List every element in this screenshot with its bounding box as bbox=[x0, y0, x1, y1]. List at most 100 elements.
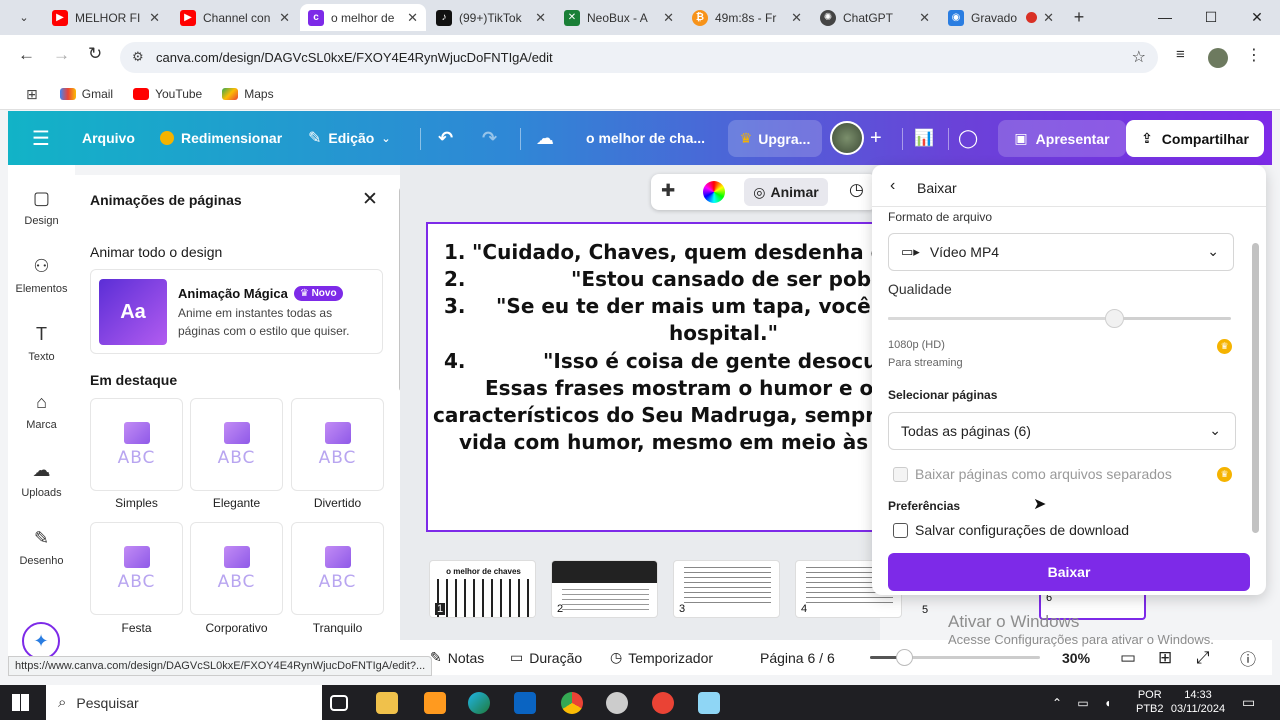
windows-start-icon[interactable] bbox=[12, 694, 29, 711]
media-controls-icon[interactable]: ≡ bbox=[1176, 46, 1185, 63]
duration-button[interactable]: ▭ Duração bbox=[510, 640, 582, 675]
browser-tab[interactable]: ✕ NeoBux - A ✕ bbox=[556, 4, 682, 31]
edit-mode-button[interactable]: ✎ Edição ⌄ bbox=[308, 111, 391, 165]
close-icon[interactable]: ✕ bbox=[1043, 10, 1054, 26]
back-chevron-icon[interactable]: ‹ bbox=[890, 177, 895, 195]
file-menu-button[interactable]: Arquivo bbox=[82, 111, 135, 165]
animation-simples[interactable]: ABC bbox=[90, 398, 183, 491]
zoom-slider[interactable] bbox=[870, 649, 1040, 666]
chrome-profile-icon[interactable] bbox=[652, 692, 674, 714]
browser-tab[interactable]: ◉ Gravado ✕ bbox=[940, 4, 1062, 31]
animate-button[interactable]: ◎ Animar bbox=[744, 178, 828, 206]
undo-button[interactable]: ↶ bbox=[438, 111, 453, 165]
design-page[interactable]: 1. "Cuidado, Chaves, quem desdenha quer … bbox=[426, 222, 880, 532]
animation-festa[interactable]: ABC bbox=[90, 522, 183, 615]
menu-icon[interactable]: ⋮ bbox=[1246, 45, 1262, 65]
close-icon[interactable]: ✕ bbox=[535, 10, 546, 26]
language-indicator[interactable]: POR PTB2 bbox=[1136, 688, 1164, 716]
browser-tab[interactable]: ▶ Channel con ✕ bbox=[172, 4, 298, 31]
tab-search-button[interactable]: ⌄ bbox=[12, 6, 36, 28]
animation-divertido[interactable]: ABC bbox=[291, 398, 384, 491]
rail-item-uploads[interactable]: ☁ Uploads bbox=[8, 459, 75, 500]
color-wheel-icon[interactable] bbox=[703, 181, 725, 203]
close-icon[interactable]: ✕ bbox=[279, 10, 290, 26]
file-explorer-icon[interactable] bbox=[376, 692, 398, 714]
magic-animation-card[interactable]: Aa Animação Mágica ♛ Novo Anime em insta… bbox=[90, 269, 383, 354]
store-icon[interactable] bbox=[424, 692, 446, 714]
rail-item-design[interactable]: ▢ Design bbox=[8, 187, 75, 228]
download-button[interactable]: Baixar bbox=[888, 553, 1250, 591]
page-thumbnail[interactable]: o melhor de chaves 1 bbox=[429, 560, 536, 618]
timer-button[interactable]: ◷ Temporizador bbox=[610, 640, 713, 675]
close-icon[interactable]: ✕ bbox=[407, 10, 418, 26]
browser-tab-active[interactable]: c o melhor de ✕ bbox=[300, 4, 426, 31]
media-icon[interactable] bbox=[606, 692, 628, 714]
close-icon[interactable]: ✕ bbox=[149, 10, 160, 26]
insights-icon[interactable]: 📊 bbox=[914, 111, 934, 165]
close-icon[interactable]: ✕ bbox=[663, 10, 674, 26]
notes-button[interactable]: ✎ Notas bbox=[430, 640, 484, 675]
chrome-icon[interactable] bbox=[561, 692, 583, 714]
zoom-slider-handle[interactable] bbox=[896, 649, 913, 666]
close-icon[interactable]: ✕ bbox=[919, 10, 930, 26]
page-indicator[interactable]: Página 6 / 6 bbox=[760, 640, 835, 675]
edge-icon[interactable] bbox=[468, 692, 490, 714]
page-thumbnail[interactable]: 3 bbox=[673, 560, 780, 618]
close-icon[interactable]: ✕ bbox=[791, 10, 802, 26]
rail-item-text[interactable]: T Texto bbox=[8, 323, 75, 364]
notifications-icon[interactable]: ▭ bbox=[1242, 694, 1255, 711]
cloud-save-icon[interactable]: ☁ bbox=[536, 111, 554, 165]
present-button[interactable]: ▣ Apresentar bbox=[998, 120, 1126, 157]
magic-edit-icon[interactable]: ✚ bbox=[661, 181, 675, 201]
address-bar[interactable]: ⚙ canva.com/design/DAGVcSL0kxE/FXOY4E4Ry… bbox=[120, 42, 1158, 73]
task-view-icon[interactable] bbox=[330, 695, 348, 711]
timer-icon[interactable]: ◷ bbox=[849, 180, 864, 200]
new-tab-button[interactable]: + bbox=[1068, 6, 1090, 28]
select-pages-select[interactable]: Todas as páginas (6) ⌄ bbox=[888, 412, 1236, 450]
upgrade-button[interactable]: ♛ Upgra... bbox=[728, 120, 822, 157]
bookmark-gmail[interactable]: Gmail bbox=[59, 87, 113, 101]
browser-tab[interactable]: ✺ ChatGPT ✕ bbox=[812, 4, 938, 31]
page-thumbnail[interactable]: 2 bbox=[551, 560, 658, 618]
share-button[interactable]: ⇪ Compartilhar bbox=[1126, 120, 1264, 157]
site-settings-icon[interactable]: ⚙ bbox=[132, 49, 144, 65]
bookmark-youtube[interactable]: YouTube bbox=[133, 87, 202, 101]
rail-item-elements[interactable]: ⚇ Elementos bbox=[8, 255, 75, 296]
browser-tab[interactable]: ₿ 49m:8s - Fr ✕ bbox=[684, 4, 810, 31]
profile-avatar[interactable] bbox=[1208, 48, 1228, 68]
browser-tab[interactable]: ♪ (99+)TikTok ✕ bbox=[428, 4, 554, 31]
animation-tranquilo[interactable]: ABC bbox=[291, 522, 384, 615]
minimize-button[interactable]: — bbox=[1142, 0, 1188, 34]
save-settings-checkbox[interactable] bbox=[893, 523, 908, 538]
separate-files-checkbox[interactable] bbox=[893, 467, 908, 482]
design-title[interactable]: o melhor de cha... bbox=[586, 111, 705, 165]
taskbar-search[interactable]: ⌕ Pesquisar bbox=[46, 685, 322, 720]
add-collaborator-button[interactable]: + bbox=[870, 111, 882, 165]
resize-button[interactable]: Redimensionar bbox=[160, 111, 282, 165]
help-icon[interactable]: ⓘ bbox=[1240, 640, 1256, 675]
apps-grid-icon[interactable]: ⊞ bbox=[26, 86, 38, 103]
rail-item-draw[interactable]: ✎ Desenho bbox=[8, 527, 75, 568]
dialog-scrollbar[interactable] bbox=[1252, 243, 1259, 533]
clock[interactable]: 14:33 03/11/2024 bbox=[1168, 688, 1228, 716]
back-button[interactable]: ← bbox=[18, 45, 35, 65]
outlook-icon[interactable] bbox=[514, 692, 536, 714]
close-window-button[interactable]: ✕ bbox=[1234, 0, 1280, 34]
maximize-button[interactable]: ☐ bbox=[1188, 0, 1234, 34]
bookmark-star-icon[interactable]: ☆ bbox=[1132, 47, 1146, 67]
bookmark-maps[interactable]: Maps bbox=[222, 87, 274, 101]
quality-slider[interactable] bbox=[888, 309, 1231, 328]
reload-button[interactable]: ↻ bbox=[88, 44, 102, 64]
animation-elegante[interactable]: ABC bbox=[190, 398, 283, 491]
redo-button[interactable]: ↷ bbox=[482, 111, 497, 165]
forward-button[interactable]: → bbox=[53, 45, 70, 65]
browser-tab[interactable]: ▶ MELHOR FI ✕ bbox=[44, 4, 168, 31]
quality-slider-handle[interactable] bbox=[1105, 309, 1125, 328]
magic-assistant-button[interactable]: ✦ bbox=[22, 622, 60, 660]
menu-button[interactable]: ☰ bbox=[32, 111, 50, 165]
file-format-select[interactable]: ▭▸ Vídeo MP4 ⌄ bbox=[888, 233, 1234, 271]
rail-item-brand[interactable]: ⌂ Marca bbox=[8, 391, 75, 432]
comments-icon[interactable]: ◯ bbox=[958, 111, 978, 165]
animation-corporativo[interactable]: ABC bbox=[190, 522, 283, 615]
user-avatar[interactable] bbox=[830, 121, 864, 155]
